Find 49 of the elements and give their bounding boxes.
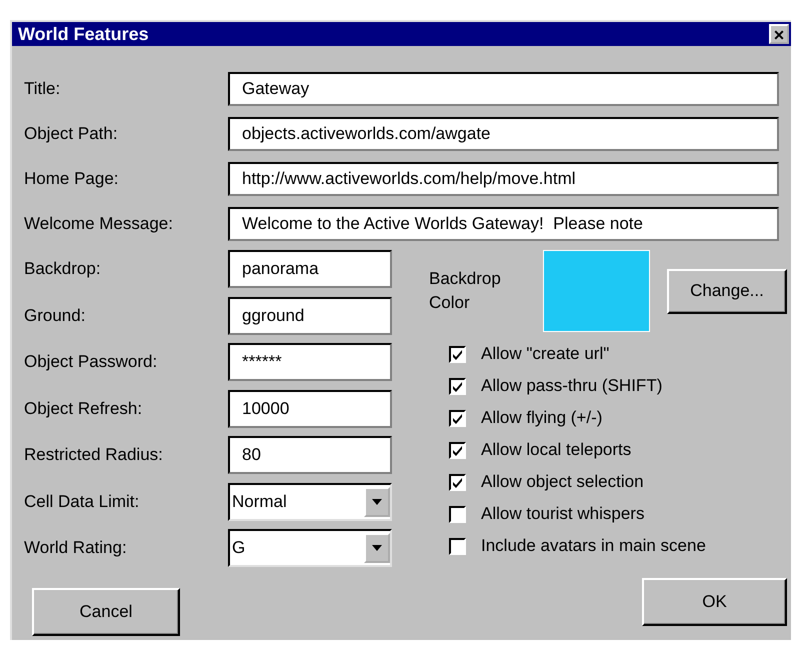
field-label: Welcome Message: xyxy=(24,214,174,234)
checkbox[interactable] xyxy=(449,410,466,426)
input-field[interactable]: gground xyxy=(228,296,392,335)
checkbox-label: Allow tourist whispers xyxy=(481,504,644,524)
checkbox[interactable] xyxy=(449,346,466,362)
input-field[interactable]: Welcome to the Active Worlds Gateway! Please note xyxy=(228,206,779,240)
field-label: Backdrop: xyxy=(24,259,102,280)
checkbox-label: Allow "create url" xyxy=(481,344,610,364)
input-field[interactable]: objects.activeworlds.com/awgate xyxy=(228,116,779,150)
checkbox-label: Allow pass-thru (SHIFT) xyxy=(481,376,662,396)
dropdown[interactable]: G xyxy=(228,529,392,568)
input-field[interactable]: 80 xyxy=(228,436,392,474)
field-label: Cell Data Limit: xyxy=(24,492,140,512)
field-label: Object Password: xyxy=(24,352,158,372)
cancel-button[interactable]: Cancel xyxy=(32,588,180,636)
input-field[interactable]: panorama xyxy=(228,250,392,288)
dropdown-arrow-icon xyxy=(372,545,382,552)
checkbox[interactable] xyxy=(449,378,466,394)
checkbox-label: Allow object selection xyxy=(481,472,644,492)
input-field[interactable]: ****** xyxy=(228,343,392,382)
field-label: World Rating: xyxy=(24,538,128,558)
field-label: Object Refresh: xyxy=(24,398,144,419)
check-icon xyxy=(452,412,463,424)
close-button[interactable]: × xyxy=(769,24,789,44)
checkbox[interactable] xyxy=(449,474,466,490)
input-field[interactable]: http://www.activeworlds.com/help/move.html xyxy=(228,162,779,196)
check-icon xyxy=(452,380,463,392)
check-icon xyxy=(452,348,463,360)
checkbox[interactable] xyxy=(449,506,466,522)
field-label: Title: xyxy=(24,78,62,98)
input-field[interactable]: 10000 xyxy=(228,390,392,428)
checkbox[interactable] xyxy=(449,538,466,554)
change-button[interactable]: Change... xyxy=(667,268,787,314)
window-title: World Features xyxy=(18,24,149,44)
field-label: Object Path: xyxy=(24,124,119,144)
dropdown[interactable]: Normal xyxy=(228,482,392,521)
field-label: Restricted Radius: xyxy=(24,445,164,466)
check-icon xyxy=(452,444,463,456)
checkbox-label: Include avatars in main scene xyxy=(481,536,706,556)
dropdown-arrow-icon xyxy=(372,498,382,505)
field-label: Home Page: xyxy=(24,168,120,188)
checkbox-label: Allow flying (+/-) xyxy=(481,408,602,428)
field-label: Ground: xyxy=(24,306,86,326)
input-field[interactable]: Gateway xyxy=(228,72,779,106)
checkbox[interactable] xyxy=(449,442,466,458)
ok-button[interactable]: OK xyxy=(642,578,787,626)
check-icon xyxy=(452,476,463,488)
color-label: Backdrop Color xyxy=(429,268,502,314)
checkbox-label: Allow local teleports xyxy=(481,440,632,460)
